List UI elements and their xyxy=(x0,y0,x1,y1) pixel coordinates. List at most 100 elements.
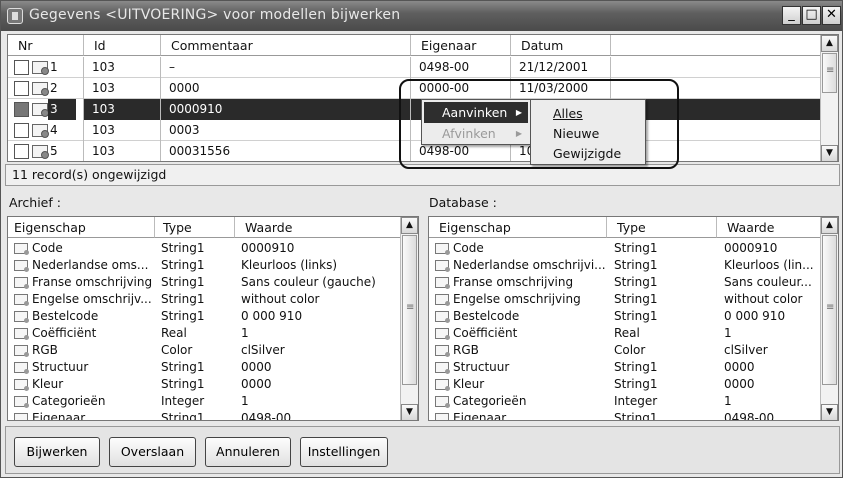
property-icon xyxy=(435,413,449,420)
cell-nr: 3 xyxy=(8,99,84,120)
property-name: Categorieën xyxy=(32,394,106,408)
checkbox[interactable] xyxy=(14,81,29,96)
property-name: Franse omschrijving xyxy=(453,275,574,289)
property-row[interactable]: RGB Color clSilver xyxy=(8,342,400,359)
property-row[interactable]: Structuur String1 0000 xyxy=(429,359,820,376)
property-name: Code xyxy=(32,241,63,255)
cell-commentaar: – xyxy=(161,57,411,78)
scroll-thumb[interactable] xyxy=(822,53,837,93)
property-name: RGB xyxy=(453,343,479,357)
property-row[interactable]: Nederlandse omschrijvi... String1 Kleurloo… xyxy=(429,257,820,274)
archief-header-eigenschap[interactable]: Eigenschap xyxy=(8,217,155,238)
property-row[interactable]: Eigenaar String1 0498-00 xyxy=(8,410,400,420)
property-row[interactable]: Nederlandse oms... String1 Kleurloos (link… xyxy=(8,257,400,274)
property-row[interactable]: Kleur String1 0000 xyxy=(429,376,820,393)
column-header-id[interactable]: Id xyxy=(84,35,161,56)
property-row[interactable]: Code String1 0000910 xyxy=(8,240,400,257)
property-name: Code xyxy=(453,241,484,255)
property-icon xyxy=(435,294,450,306)
scroll-thumb[interactable] xyxy=(822,235,837,385)
property-row[interactable]: Bestelcode String1 0 000 910 xyxy=(8,308,400,325)
bijwerken-button[interactable]: Bijwerken xyxy=(14,437,100,467)
property-row[interactable]: RGB Color clSilver xyxy=(429,342,820,359)
submenu-item-alles[interactable]: Alles xyxy=(533,103,643,124)
column-header-commentaar[interactable]: Commentaar xyxy=(161,35,411,56)
record-number: 4 xyxy=(50,123,58,137)
instellingen-button[interactable]: Instellingen xyxy=(300,437,388,467)
scroll-up-icon[interactable]: ▲ xyxy=(821,35,838,52)
database-header-waarde[interactable]: Waarde xyxy=(717,217,821,238)
database-header-type[interactable]: Type xyxy=(607,217,717,238)
cell-id: 103 xyxy=(84,78,161,99)
property-icon xyxy=(14,243,29,255)
record-icon xyxy=(32,103,49,117)
scroll-down-icon[interactable]: ▼ xyxy=(821,145,838,161)
menu-item-afvinken[interactable]: Afvinken ▶ xyxy=(424,123,528,144)
property-name: Coëfficiënt xyxy=(32,326,97,340)
property-icon xyxy=(435,243,450,255)
checkbox[interactable] xyxy=(14,60,29,75)
property-row[interactable]: Coëfficiënt Real 1 xyxy=(8,325,400,342)
property-row[interactable]: Engelse omschrijving String1 without color xyxy=(429,291,820,308)
column-header-nr[interactable]: Nr xyxy=(8,35,84,56)
record-number: 2 xyxy=(50,81,58,95)
scroll-thumb[interactable] xyxy=(402,235,417,385)
property-value: 0000 xyxy=(241,360,272,374)
app-icon xyxy=(7,8,23,24)
property-icon xyxy=(14,413,28,420)
database-label: Database : xyxy=(429,195,497,210)
property-value: 1 xyxy=(724,326,732,340)
property-row[interactable]: Franse omschrijving String1 Sans couleur..… xyxy=(429,274,820,291)
property-type: String1 xyxy=(161,275,205,289)
database-grid: Eigenschap Type Waarde Code String1 000091… xyxy=(428,216,839,421)
overslaan-button[interactable]: Overslaan xyxy=(109,437,196,467)
submenu-item-gewijzigde[interactable]: Gewijzigde xyxy=(533,143,643,164)
property-row[interactable]: Categorieën Integer 1 xyxy=(8,393,400,410)
column-header-eigenaar[interactable]: Eigenaar xyxy=(411,35,511,56)
property-row[interactable]: Categorieën Integer 1 xyxy=(429,393,820,410)
archief-header-waarde[interactable]: Waarde xyxy=(235,217,401,238)
property-row[interactable]: Eigenaar String1 0498-00 xyxy=(429,410,820,420)
property-icon xyxy=(14,345,29,357)
property-row[interactable]: Coëfficiënt Real 1 xyxy=(429,325,820,342)
database-scrollbar[interactable]: ▲ ▼ xyxy=(820,217,838,420)
minimize-button[interactable]: _ xyxy=(782,6,801,25)
close-button[interactable]: ✕ xyxy=(822,6,841,25)
record-row[interactable]: 1 103–0498-00 21/12/2001 xyxy=(8,57,820,78)
property-name: Franse omschrijving xyxy=(32,275,153,289)
property-row[interactable]: Engelse omschrijv... String1 without color xyxy=(8,291,400,308)
archief-header-type[interactable]: Type xyxy=(155,217,235,238)
maximize-button[interactable]: □ xyxy=(802,6,821,25)
cell-nr: 5 xyxy=(8,141,84,161)
property-row[interactable]: Kleur String1 0000 xyxy=(8,376,400,393)
property-row[interactable]: Structuur String1 0000 xyxy=(8,359,400,376)
records-scrollbar[interactable]: ▲ ▼ xyxy=(820,35,838,161)
property-icon xyxy=(435,396,450,408)
scroll-down-icon[interactable]: ▼ xyxy=(401,404,418,420)
property-row[interactable]: Bestelcode String1 0 000 910 xyxy=(429,308,820,325)
property-row[interactable]: Franse omschrijving String1 Sans couleur (… xyxy=(8,274,400,291)
annuleren-button[interactable]: Annuleren xyxy=(205,437,291,467)
record-icon xyxy=(32,124,49,138)
property-value: 0 000 910 xyxy=(241,309,303,323)
scroll-down-icon[interactable]: ▼ xyxy=(821,404,838,420)
column-header-datum[interactable]: Datum xyxy=(511,35,611,56)
cell-id: 103 xyxy=(84,57,161,78)
menu-item-label: Aanvinken xyxy=(442,105,508,120)
scroll-up-icon[interactable]: ▲ xyxy=(401,217,418,234)
checkbox[interactable] xyxy=(14,102,29,117)
property-value: Sans couleur (gauche) xyxy=(241,275,376,289)
scroll-up-icon[interactable]: ▲ xyxy=(821,217,838,234)
submenu-item-nieuwe[interactable]: Nieuwe xyxy=(533,123,643,144)
title-bar[interactable]: Gegevens <UITVOERING> voor modellen bijw… xyxy=(1,1,842,31)
cell-nr: 2 xyxy=(8,78,84,99)
database-header-eigenschap[interactable]: Eigenschap xyxy=(429,217,607,238)
submenu-arrow-icon: ▶ xyxy=(515,108,522,117)
archief-scrollbar[interactable]: ▲ ▼ xyxy=(400,217,418,420)
menu-item-aanvinken[interactable]: Aanvinken ▶ xyxy=(424,102,528,123)
property-row[interactable]: Code String1 0000910 xyxy=(429,240,820,257)
property-icon xyxy=(435,328,450,340)
checkbox[interactable] xyxy=(14,123,29,138)
checkbox[interactable] xyxy=(14,144,29,159)
property-icon xyxy=(435,379,450,391)
